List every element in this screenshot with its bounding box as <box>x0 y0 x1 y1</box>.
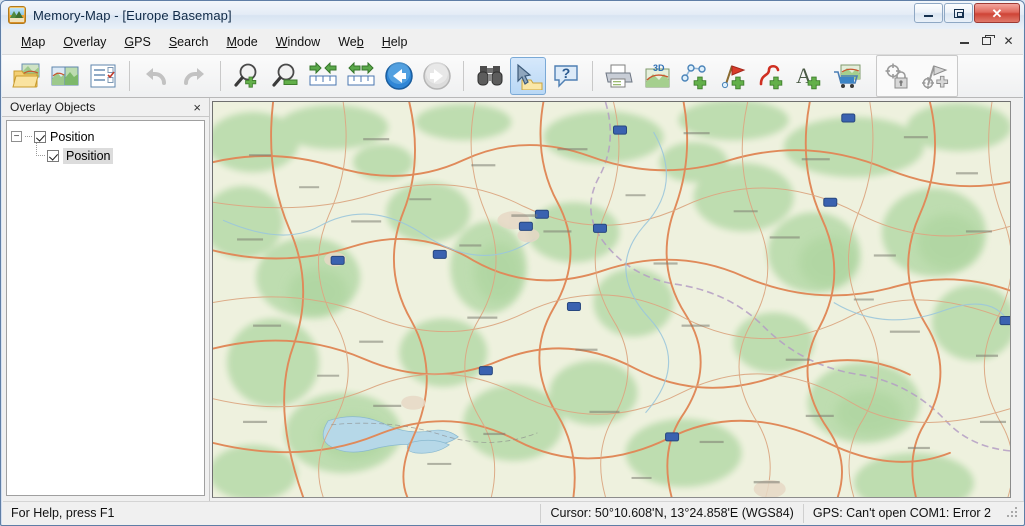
menu-gps[interactable]: GPS <box>115 32 159 52</box>
svg-text:3D: 3D <box>653 63 665 73</box>
europe-basemap-canvas[interactable] <box>213 102 1010 497</box>
shop-button[interactable] <box>829 57 865 95</box>
select-map-button[interactable] <box>47 57 83 95</box>
scale-larger-button[interactable] <box>305 57 341 95</box>
close-icon[interactable]: × <box>191 101 203 114</box>
add-track-button[interactable] <box>753 57 789 95</box>
menu-help[interactable]: Help <box>373 32 417 52</box>
menu-window[interactable]: Window <box>267 32 329 52</box>
zoom-in-button[interactable] <box>229 57 265 95</box>
toolbar-separator <box>592 61 593 91</box>
map-document-window <box>210 98 1023 502</box>
client-area: Map Overlay GPS Search Mode Window Web H… <box>2 29 1024 525</box>
status-cursor-coordinates: Cursor: 50°10.608'N, 13°24.858'E (WGS84) <box>540 503 802 523</box>
toolbar-separator <box>220 61 221 91</box>
menu-search[interactable]: Search <box>160 32 218 52</box>
toolbar-separator <box>463 61 464 91</box>
tree-item-position-root[interactable]: − Position <box>11 127 200 146</box>
application-window: Memory-Map - [Europe Basemap] ✕ Map Over… <box>0 0 1025 526</box>
mdi-minimize-button[interactable] <box>958 33 971 47</box>
mdi-window-controls: ✕ <box>958 33 1015 47</box>
status-bar: For Help, press F1 Cursor: 50°10.608'N, … <box>3 501 1024 524</box>
add-text-button[interactable]: A <box>791 57 827 95</box>
zoom-out-button[interactable] <box>267 57 303 95</box>
overlay-objects-title: Overlay Objects <box>10 100 96 114</box>
map-graphic <box>213 102 1010 497</box>
menu-mode[interactable]: Mode <box>217 32 266 52</box>
menu-map[interactable]: Map <box>12 32 54 52</box>
map-viewport[interactable] <box>212 101 1011 498</box>
tree-item-label: Position <box>63 147 114 164</box>
select-tool-button[interactable] <box>510 57 546 95</box>
maximize-button[interactable] <box>944 3 973 23</box>
menu-bar: Map Overlay GPS Search Mode Window Web H… <box>2 29 1023 54</box>
menu-web[interactable]: Web <box>329 32 372 52</box>
three-d-view-button[interactable]: 3D <box>639 57 675 95</box>
window-controls: ✕ <box>913 3 1020 23</box>
minimize-button[interactable] <box>914 3 943 23</box>
lock-position-button[interactable] <box>880 57 916 95</box>
overlay-list-button[interactable] <box>85 57 121 95</box>
back-button[interactable] <box>381 57 417 95</box>
open-map-button[interactable] <box>9 57 45 95</box>
main-area: Overlay Objects × − Position Position <box>2 98 1023 502</box>
menu-overlay[interactable]: Overlay <box>54 32 115 52</box>
add-waypoint-button[interactable] <box>715 57 751 95</box>
overlay-objects-tree[interactable]: − Position Position <box>6 120 205 496</box>
add-route-button[interactable] <box>677 57 713 95</box>
gps-tools-group <box>876 55 958 97</box>
tree-connector <box>25 131 33 142</box>
status-help-text: For Help, press F1 <box>11 506 115 520</box>
collapse-expander-icon[interactable]: − <box>11 131 22 142</box>
tree-item-position-child[interactable]: Position <box>11 143 200 165</box>
checkbox-position-child[interactable] <box>47 149 59 162</box>
find-button[interactable] <box>472 57 508 95</box>
resize-grip[interactable] <box>1006 506 1020 520</box>
overlay-objects-title-bar: Overlay Objects × <box>2 98 209 117</box>
mdi-close-button[interactable]: ✕ <box>1002 33 1015 47</box>
toolbar-separator <box>129 61 130 91</box>
undo-button[interactable] <box>138 57 174 95</box>
tree-connector <box>33 143 47 165</box>
print-button[interactable] <box>601 57 637 95</box>
main-toolbar: ? 3D A <box>2 54 1023 98</box>
checkbox-position-root[interactable] <box>34 130 46 143</box>
tree-item-label: Position <box>50 129 95 144</box>
forward-button[interactable] <box>419 57 455 95</box>
status-gps-message: GPS: Can't open COM1: Error 2 <box>802 503 1000 523</box>
scale-smaller-button[interactable] <box>343 57 379 95</box>
title-bar: Memory-Map - [Europe Basemap] ✕ <box>1 1 1024 29</box>
overlay-objects-panel: Overlay Objects × − Position Position <box>2 98 210 502</box>
memory-map-logo-icon <box>8 6 26 24</box>
close-button[interactable]: ✕ <box>974 3 1020 23</box>
help-button[interactable]: ? <box>548 57 584 95</box>
mark-position-button[interactable] <box>918 57 954 95</box>
mdi-restore-button[interactable] <box>980 33 995 47</box>
redo-button[interactable] <box>176 57 212 95</box>
window-title: Memory-Map - [Europe Basemap] <box>33 7 232 23</box>
svg-text:?: ? <box>562 65 571 81</box>
